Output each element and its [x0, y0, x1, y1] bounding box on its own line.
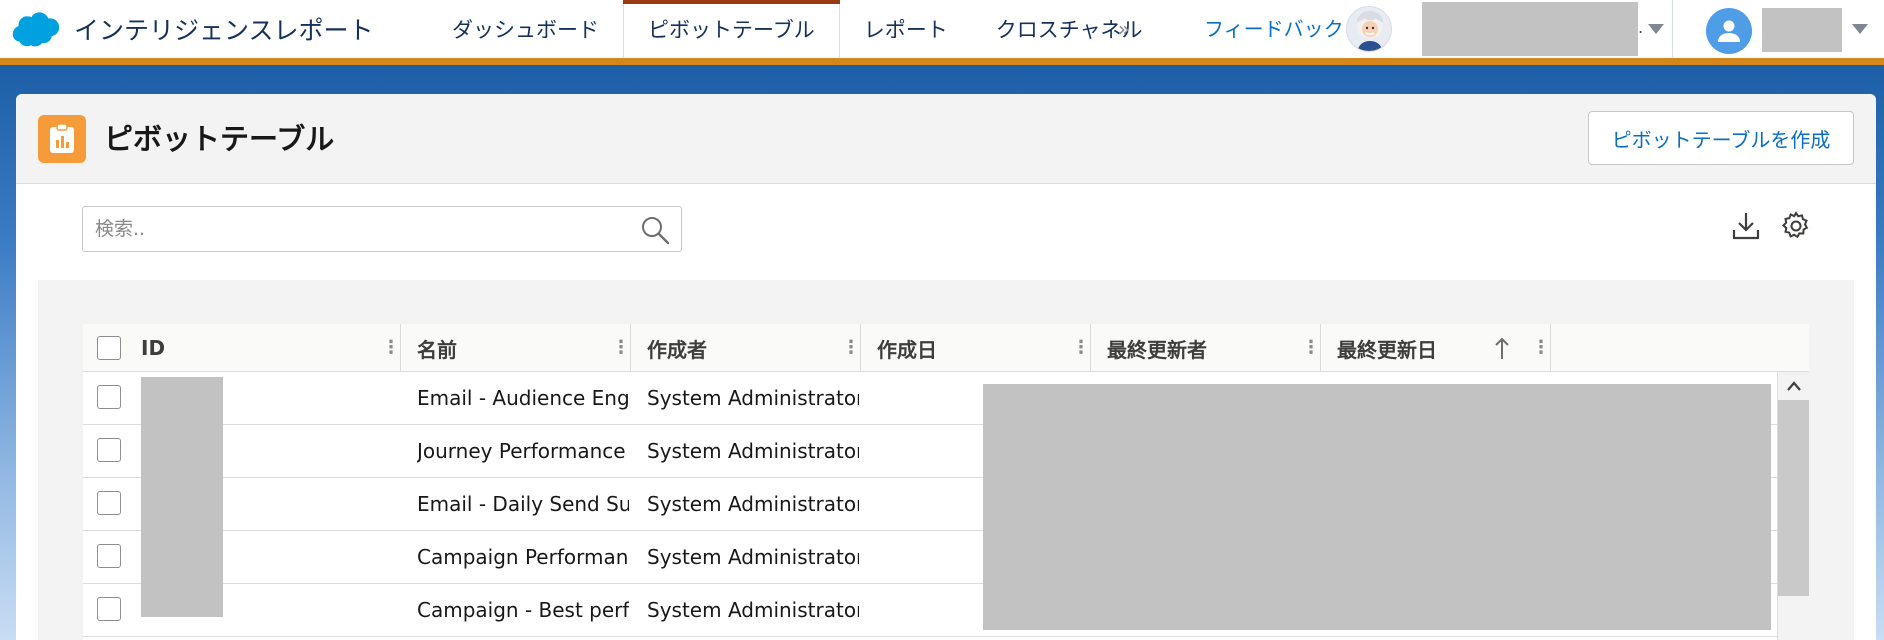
global-header: インテリジェンスレポート ダッシュボード ピボットテーブル レポート クロスチャ…: [0, 0, 1884, 58]
search-icon[interactable]: [639, 214, 671, 246]
einstein-icon: [1357, 11, 1383, 51]
column-menu-icon[interactable]: ⋮: [842, 336, 860, 360]
column-header-created-by[interactable]: 作成者 ⋮: [631, 324, 861, 372]
org-switcher-redacted[interactable]: [1422, 2, 1638, 56]
clipboard-chart-icon: [38, 115, 86, 163]
gear-icon[interactable]: [1780, 210, 1812, 242]
column-header-created-date[interactable]: 作成日 ⋮: [861, 324, 1091, 372]
row-created-by: System Administrator: [647, 598, 859, 622]
nav-more-icon[interactable]: »: [1118, 14, 1138, 44]
row-created-by: System Administrator: [647, 439, 859, 463]
scroll-up-icon[interactable]: [1786, 380, 1802, 392]
user-caret-down-icon[interactable]: [1852, 24, 1868, 34]
row-name[interactable]: Campaign - Best perfor...: [417, 584, 629, 636]
row-name[interactable]: Campaign Performance: [417, 531, 629, 583]
column-header-last-modified-by[interactable]: 最終更新者 ⋮: [1091, 324, 1321, 372]
row-checkbox[interactable]: [97, 438, 121, 462]
create-pivot-table-button[interactable]: ピボットテーブルを作成: [1588, 111, 1854, 165]
search-box: [82, 206, 682, 252]
nav-tab-dashboard[interactable]: ダッシュボード: [428, 0, 623, 58]
column-header-id[interactable]: ID ⋮: [83, 324, 401, 372]
row-name[interactable]: Email - Audience Engag...: [417, 372, 629, 424]
page-header: ピボットテーブル ピボットテーブルを作成: [16, 94, 1876, 184]
row-created-by: System Administrator: [647, 545, 859, 569]
row-checkbox[interactable]: [97, 544, 121, 568]
row-checkbox[interactable]: [97, 385, 121, 409]
nav-tab-pivot-table[interactable]: ピボットテーブル: [623, 0, 840, 58]
einstein-avatar[interactable]: [1346, 6, 1392, 52]
row-checkbox[interactable]: [97, 597, 121, 621]
user-name-redacted: [1762, 8, 1842, 52]
feedback-link[interactable]: フィードバック: [1204, 14, 1344, 44]
main-nav: ダッシュボード ピボットテーブル レポート クロスチャネル: [428, 0, 1167, 58]
column-menu-icon[interactable]: ⋮: [612, 336, 630, 360]
row-created-by: System Administrator: [647, 492, 859, 516]
search-input[interactable]: [95, 207, 625, 251]
app-title: インテリジェンスレポート: [74, 16, 374, 45]
column-menu-icon[interactable]: ⋮: [1302, 336, 1320, 360]
column-menu-icon[interactable]: ⋮: [1532, 336, 1550, 360]
table-zone: ID ⋮ 名前 ⋮ 作成者 ⋮ 作成日 ⋮ 最終更新者 ⋮ 最終更新日 ⋮ Em…: [38, 280, 1854, 640]
scrollbar-thumb[interactable]: [1778, 400, 1809, 596]
nav-tab-report[interactable]: レポート: [840, 0, 972, 58]
row-name[interactable]: Journey Performance: [417, 425, 629, 477]
main-card: ピボットテーブル ピボットテーブルを作成 ID ⋮: [16, 94, 1876, 640]
table-header: ID ⋮ 名前 ⋮ 作成者 ⋮ 作成日 ⋮ 最終更新者 ⋮ 最終更新日 ⋮: [83, 324, 1809, 372]
download-icon[interactable]: [1730, 210, 1762, 242]
column-header-name[interactable]: 名前 ⋮: [401, 324, 631, 372]
user-icon: [1718, 20, 1740, 42]
page-title: ピボットテーブル: [104, 122, 335, 156]
org-suffix: .: [1638, 18, 1644, 37]
column-header-last-modified-date[interactable]: 最終更新日 ⋮: [1321, 324, 1551, 372]
user-avatar[interactable]: [1706, 8, 1752, 54]
salesforce-cloud-icon: [12, 12, 60, 47]
divider: [1672, 0, 1673, 58]
date-columns-redacted: [983, 384, 1771, 630]
org-caret-down-icon[interactable]: [1648, 24, 1664, 34]
pivot-table-list: ID ⋮ 名前 ⋮ 作成者 ⋮ 作成日 ⋮ 最終更新者 ⋮ 最終更新日 ⋮ Em…: [83, 324, 1809, 640]
row-created-by: System Administrator: [647, 386, 859, 410]
column-menu-icon[interactable]: ⋮: [1072, 336, 1090, 360]
row-checkbox[interactable]: [97, 491, 121, 515]
id-values-redacted: [141, 377, 223, 617]
header-accent-bar: [0, 58, 1884, 65]
row-name[interactable]: Email - Daily Send Sum...: [417, 478, 629, 530]
column-menu-icon[interactable]: ⋮: [382, 336, 400, 360]
arrow-up-icon[interactable]: [1492, 335, 1512, 361]
vertical-scrollbar[interactable]: [1777, 372, 1809, 640]
brand: インテリジェンスレポート: [12, 10, 374, 48]
